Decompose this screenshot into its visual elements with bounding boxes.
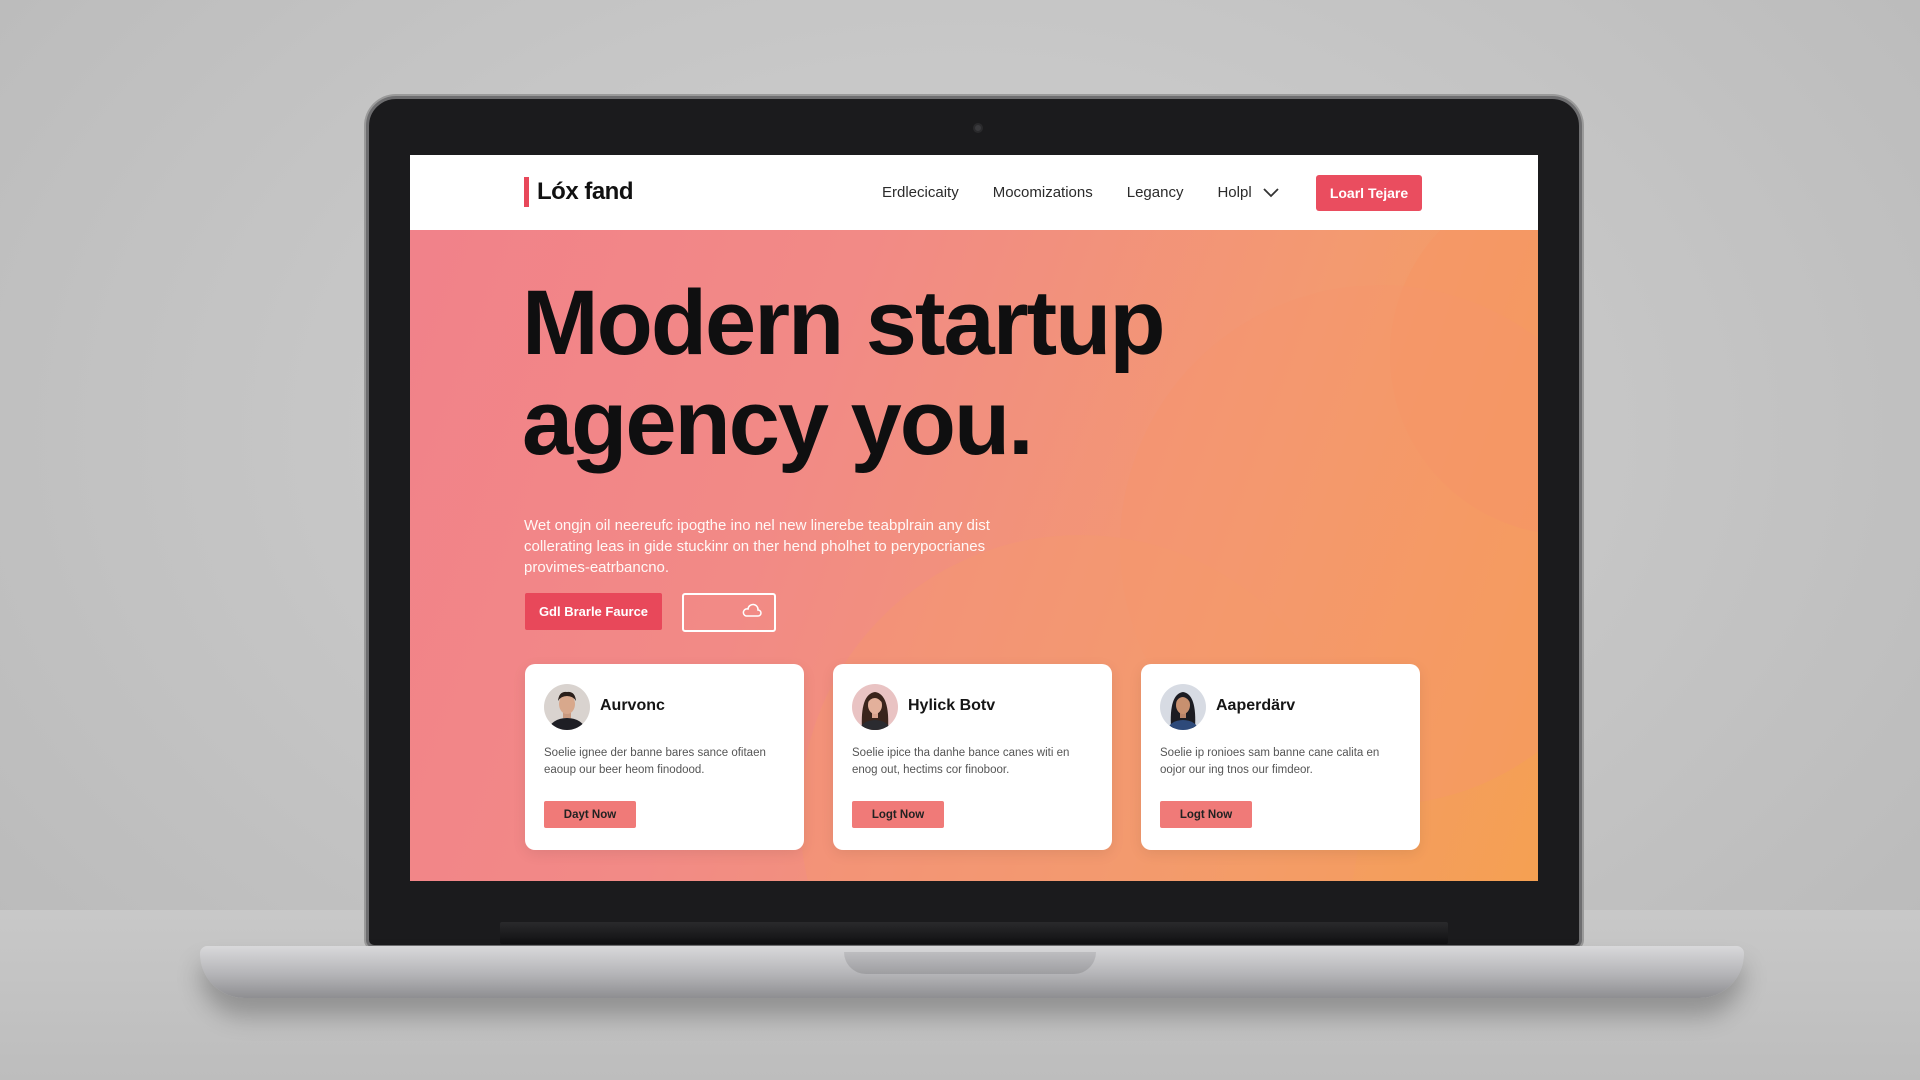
card-name: Aaperdärv xyxy=(1216,697,1296,714)
card-name: Aurvonc xyxy=(600,697,665,714)
webcam xyxy=(973,123,983,133)
card-text-line: Soelie ipice tha danhe bance canes witi … xyxy=(852,747,1070,759)
nav-link-2[interactable]: Mocomizations xyxy=(993,184,1093,201)
nav-link-help-dropdown[interactable]: Holpl xyxy=(1217,184,1279,201)
card-text: Soelie ip ronioes sam banne cane calita … xyxy=(1160,745,1400,779)
card-button[interactable]: Logt Now xyxy=(852,801,944,828)
hero-secondary-button[interactable] xyxy=(682,593,776,632)
card-text: Soelie ignee der banne bares sance ofita… xyxy=(544,745,784,779)
nav-link-3[interactable]: Legancy xyxy=(1127,184,1184,201)
avatar xyxy=(1160,684,1206,730)
avatar xyxy=(544,684,590,730)
hero-description: Wet ongjn oil neereufc ipogthe ino nel n… xyxy=(524,515,1044,578)
team-card: Hylick Botv Soelie ipice tha danhe bance… xyxy=(833,664,1112,850)
brand-accent-bar xyxy=(524,177,529,207)
brand-name: Lóx fand xyxy=(537,178,634,205)
team-card: Aurvonc Soelie ignee der banne bares san… xyxy=(525,664,804,850)
hero-title-line: agency you. xyxy=(522,372,1034,474)
trackpad-notch xyxy=(844,952,1096,974)
laptop-screen: Lóx fand Erdlecicaity Mocomizations Lega… xyxy=(410,155,1538,881)
team-cards: Aurvonc Soelie ignee der banne bares san… xyxy=(525,664,1425,850)
card-text: Soelie ipice tha danhe bance canes witi … xyxy=(852,745,1092,779)
chevron-down-icon xyxy=(1263,187,1279,197)
card-text-line: Soelie ip ronioes sam banne cane calita … xyxy=(1160,747,1380,759)
nav-link-help-label: Holpl xyxy=(1217,184,1252,201)
hero-description-line: provimes-eatrbancno. xyxy=(524,559,670,576)
brand-logo[interactable]: Lóx fand xyxy=(524,177,634,207)
cloud-icon xyxy=(742,603,762,617)
team-card: Aaperdärv Soelie ip ronioes sam banne ca… xyxy=(1141,664,1420,850)
nav-links: Erdlecicaity Mocomizations Legancy Holpl xyxy=(882,155,1280,230)
hero-title: Modern startup agency you. xyxy=(522,273,1422,473)
card-button[interactable]: Logt Now xyxy=(1160,801,1252,828)
hero-description-line: Wet ongjn oil neereufc ipogthe ino nel n… xyxy=(524,517,990,534)
site-navbar: Lóx fand Erdlecicaity Mocomizations Lega… xyxy=(410,155,1538,230)
nav-cta-button[interactable]: Loarl Tejare xyxy=(1316,175,1422,211)
hero-description-line: collerating leas in gide stuckinr on the… xyxy=(524,538,986,555)
hero-title-line: Modern startup xyxy=(522,272,1166,374)
nav-link-1[interactable]: Erdlecicaity xyxy=(882,184,959,201)
card-text-line: eaoup our beer heom finodood. xyxy=(544,764,705,776)
card-button[interactable]: Dayt Now xyxy=(544,801,636,828)
avatar xyxy=(852,684,898,730)
laptop-hinge xyxy=(500,922,1448,944)
card-text-line: Soelie ignee der banne bares sance ofita… xyxy=(544,747,766,759)
card-name: Hylick Botv xyxy=(908,697,996,714)
card-text-line: oojor our ing tnos our fimdeor. xyxy=(1160,764,1313,776)
hero-primary-button[interactable]: Gdl Brarle Faurce xyxy=(525,593,662,630)
card-text-line: enog out, hectims cor finoboor. xyxy=(852,764,1010,776)
